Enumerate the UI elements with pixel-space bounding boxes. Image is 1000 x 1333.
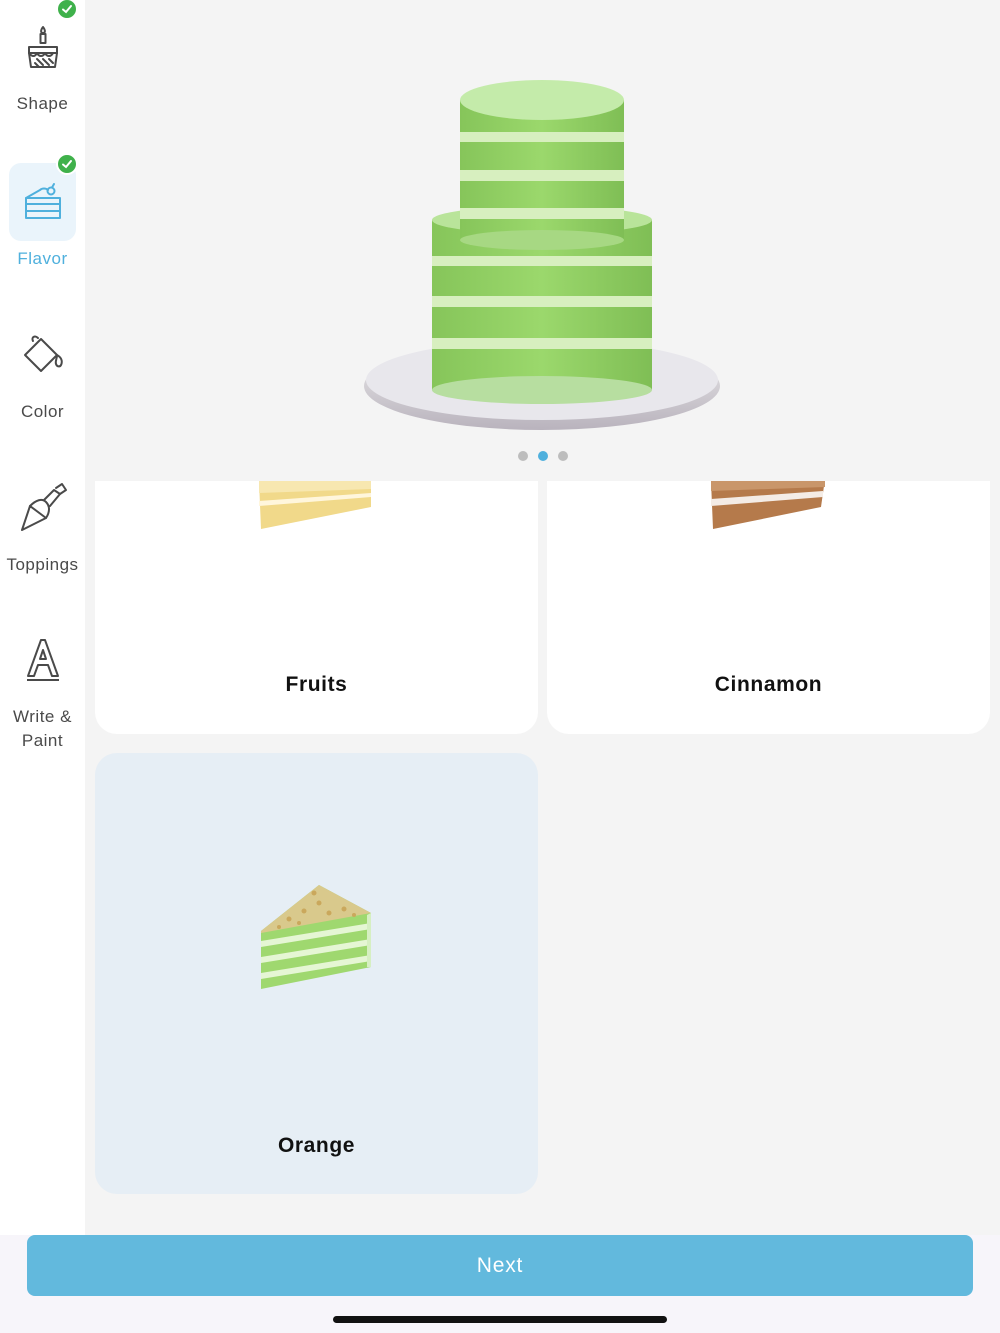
step-sidebar: Shape Flavor Color Toppings Write & Pain… [0, 0, 85, 1235]
cake-preview-image [364, 80, 720, 430]
toppings-icon-box [9, 469, 76, 547]
flavor-card-cinnamon[interactable]: Cinnamon [547, 481, 990, 734]
completed-check-icon [56, 153, 78, 175]
flavor-card-orange[interactable]: Orange [95, 753, 538, 1194]
flavor-card-fruits[interactable]: Fruits [95, 481, 538, 734]
sidebar-item-toppings[interactable]: Toppings [0, 469, 85, 577]
flavor-grid: Fruits Cinnamon Orange [85, 481, 1000, 1235]
flavor-label: Cinnamon [714, 673, 823, 696]
piping-bag-icon [20, 483, 67, 531]
sidebar-item-label: Shape [16, 94, 69, 113]
shape-icon-box [9, 0, 78, 86]
flavor-icon-box [9, 153, 78, 241]
flavor-label: Fruits [285, 673, 348, 696]
paint-bucket-icon [23, 335, 63, 372]
cinnamon-cake-slice-image [711, 481, 825, 529]
carousel-dot[interactable] [517, 451, 528, 461]
cake-birthday-icon [27, 26, 58, 68]
sidebar-item-label: Toppings [6, 555, 79, 574]
color-icon-box [9, 316, 76, 394]
sidebar-item-flavor[interactable]: Flavor [0, 153, 85, 271]
sidebar-item-label: Flavor [17, 249, 68, 268]
write-paint-icon-box [9, 621, 76, 699]
cake-slice-icon [24, 183, 61, 219]
flavor-label: Orange [277, 1134, 356, 1157]
completed-check-icon [56, 0, 78, 20]
cake-preview [85, 0, 1000, 480]
carousel-pagination[interactable] [85, 451, 1000, 461]
carousel-dot[interactable] [537, 451, 548, 461]
carousel-dot[interactable] [557, 451, 568, 461]
fruits-cake-slice-image [259, 481, 371, 529]
orange-cake-slice-image [261, 885, 371, 989]
sidebar-item-color[interactable]: Color [0, 316, 85, 424]
sidebar-item-label: Write & Paint [13, 707, 72, 750]
home-indicator [333, 1316, 667, 1323]
sidebar-item-label: Color [20, 402, 65, 421]
sidebar-item-write-paint[interactable]: Write & Paint [0, 621, 85, 753]
sidebar-item-shape[interactable]: Shape [0, 0, 85, 116]
next-button[interactable]: Next [27, 1235, 973, 1296]
letter-a-icon [26, 639, 59, 681]
